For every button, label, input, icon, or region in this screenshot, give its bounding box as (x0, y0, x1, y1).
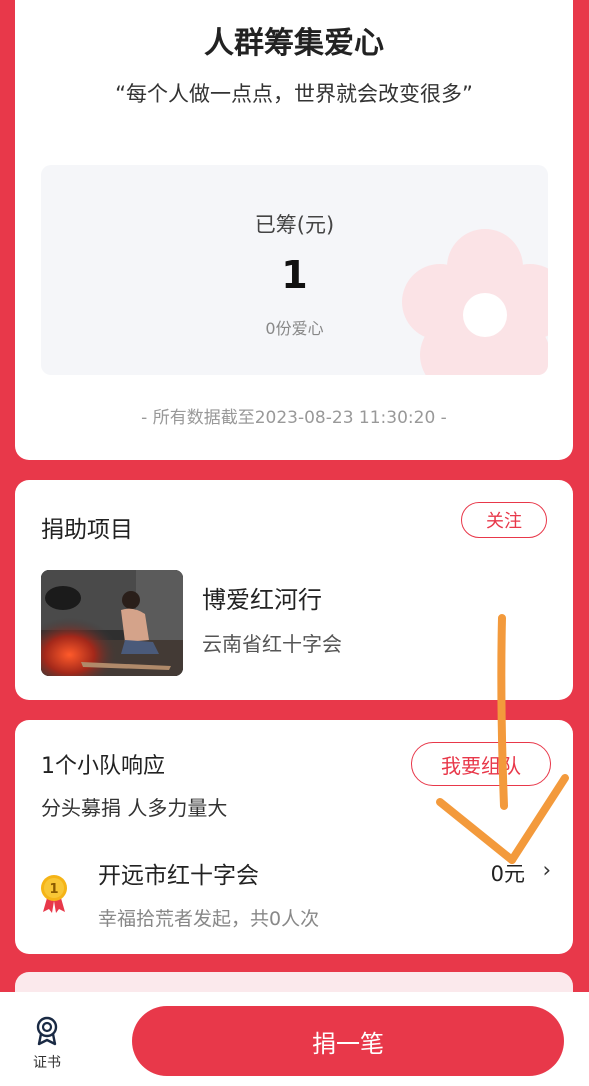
follow-button[interactable]: 关注 (461, 502, 547, 538)
donate-button[interactable]: 捐一笔 (132, 1006, 564, 1076)
team-subtitle: 分头募捐 人多力量大 (41, 796, 228, 820)
slogan: “每个人做一点点，世界就会改变很多” (115, 82, 473, 106)
team-desc: 幸福拾荒者发起，共0人次 (98, 908, 320, 930)
raised-value: 1 (281, 253, 308, 297)
stats-box: 已筹(元) 1 0份爱心 (41, 165, 548, 375)
team-count-title: 1个小队响应 (41, 754, 165, 779)
medal-icon: 1 (41, 875, 67, 913)
summary-card: 人群筹集爱心 “每个人做一点点，世界就会改变很多” 已筹(元) 1 0份爱心 -… (15, 0, 573, 460)
project-card[interactable]: 捐助项目 关注 博爱红河行 云南省红十字会 (15, 480, 573, 700)
team-card: 1个小队响应 分头募捐 人多力量大 我要组队 1 开远市红十字会 幸福拾荒者发起… (15, 720, 573, 954)
certificate-label: 证书 (33, 1055, 61, 1071)
join-team-button[interactable]: 我要组队 (411, 742, 551, 786)
project-org: 云南省红十字会 (202, 632, 342, 656)
chevron-right-icon[interactable]: › (543, 858, 551, 882)
certificate-button[interactable]: 证书 (22, 1016, 72, 1072)
team-amount: 0元 (490, 862, 525, 886)
page-title: 人群筹集爱心 (204, 26, 384, 61)
project-name[interactable]: 博爱红河行 (202, 580, 322, 615)
bottom-bar: 证书 捐一笔 (0, 992, 589, 1086)
data-timestamp: - 所有数据截至2023-08-23 11:30:20 - (141, 408, 447, 428)
project-section-title: 捐助项目 (41, 517, 133, 543)
certificate-icon (36, 1016, 58, 1046)
project-photo (41, 570, 183, 676)
page: 人群筹集爱心 “每个人做一点点，世界就会改变很多” 已筹(元) 1 0份爱心 -… (0, 0, 589, 1086)
team-name[interactable]: 开远市红十字会 (98, 856, 259, 890)
project-thumbnail[interactable] (41, 570, 183, 676)
flower-icon (402, 229, 548, 375)
medal-rank: 1 (49, 882, 58, 897)
love-count: 0份爱心 (265, 319, 324, 338)
raised-label: 已筹(元) (254, 213, 335, 237)
